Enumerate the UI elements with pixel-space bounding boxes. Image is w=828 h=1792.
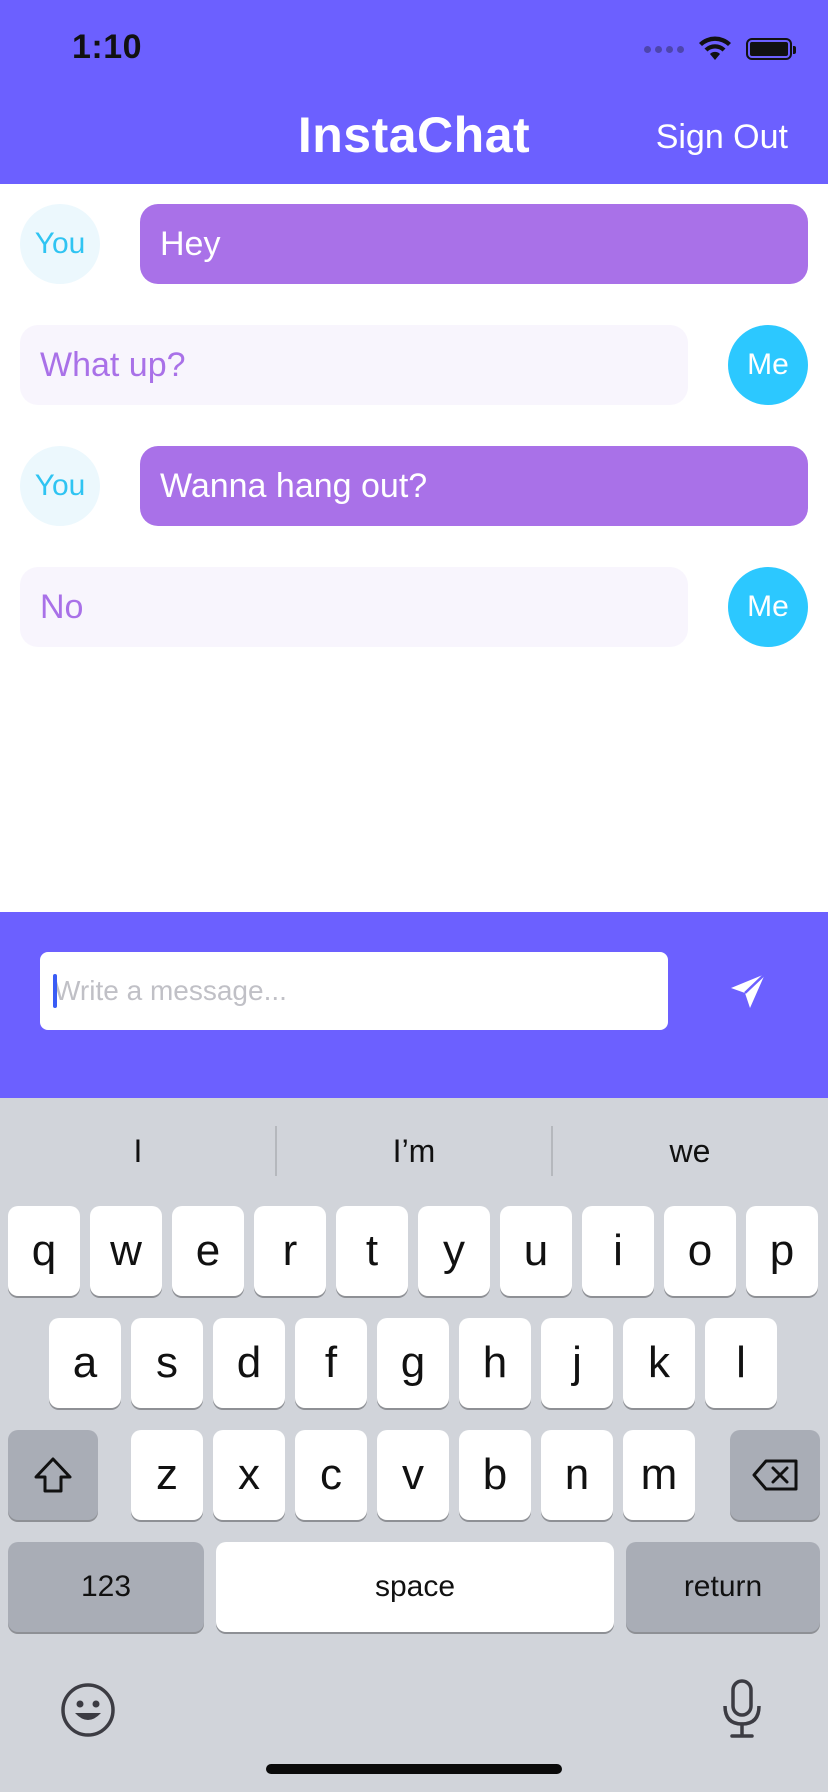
microphone-icon (723, 1679, 761, 1738)
key-j[interactable]: j (541, 1318, 613, 1408)
key-c[interactable]: c (295, 1430, 367, 1520)
key-m[interactable]: m (623, 1430, 695, 1520)
status-time: 1:10 (72, 28, 143, 66)
status-indicators (644, 36, 796, 62)
suggestion-item[interactable]: we (552, 1126, 828, 1176)
sender-avatar: You (20, 446, 100, 526)
key-p[interactable]: p (746, 1206, 818, 1296)
emoji-button[interactable] (56, 1678, 120, 1742)
key-n[interactable]: n (541, 1430, 613, 1520)
message-row: You Hey (20, 204, 808, 284)
app-header: 1:10 InstaChat Sign Out (0, 0, 828, 184)
suggestion-item[interactable]: I’m (276, 1126, 552, 1176)
delete-key[interactable] (730, 1430, 820, 1520)
key-g[interactable]: g (377, 1318, 449, 1408)
sender-avatar: You (20, 204, 100, 284)
key-b[interactable]: b (459, 1430, 531, 1520)
space-key[interactable]: space (216, 1542, 614, 1632)
dictation-button[interactable] (710, 1674, 774, 1744)
return-key[interactable]: return (626, 1542, 820, 1632)
key-y[interactable]: y (418, 1206, 490, 1296)
sign-out-button[interactable]: Sign Out (656, 118, 788, 157)
key-k[interactable]: k (623, 1318, 695, 1408)
key-t[interactable]: t (336, 1206, 408, 1296)
keyboard: I I’m we q w e r t y u i o p a s d f g h… (0, 1098, 828, 1792)
message-row: You Wanna hang out? (20, 446, 808, 526)
message-input[interactable] (40, 952, 668, 1030)
home-indicator[interactable] (266, 1764, 562, 1774)
send-button[interactable] (718, 958, 778, 1024)
message-row: No Me (20, 567, 808, 647)
key-a[interactable]: a (49, 1318, 121, 1408)
cellular-signal-icon (644, 45, 684, 53)
key-v[interactable]: v (377, 1430, 449, 1520)
key-x[interactable]: x (213, 1430, 285, 1520)
message-composer (0, 912, 828, 1098)
sender-avatar: Me (728, 567, 808, 647)
shift-key[interactable] (8, 1430, 98, 1520)
delete-icon (752, 1459, 798, 1491)
message-bubble: What up? (20, 325, 688, 405)
key-e[interactable]: e (172, 1206, 244, 1296)
emoji-icon (61, 1683, 115, 1737)
key-l[interactable]: l (705, 1318, 777, 1408)
message-list[interactable]: You Hey What up? Me You Wanna hang out? … (0, 184, 828, 912)
paper-plane-icon (731, 973, 766, 1008)
battery-icon (746, 38, 796, 60)
numbers-key[interactable]: 123 (8, 1542, 204, 1632)
key-u[interactable]: u (500, 1206, 572, 1296)
key-h[interactable]: h (459, 1318, 531, 1408)
message-bubble: Hey (140, 204, 808, 284)
key-q[interactable]: q (8, 1206, 80, 1296)
key-i[interactable]: i (582, 1206, 654, 1296)
shift-icon (34, 1457, 72, 1493)
key-s[interactable]: s (131, 1318, 203, 1408)
key-o[interactable]: o (664, 1206, 736, 1296)
suggestion-bar: I I’m we (0, 1098, 828, 1206)
key-d[interactable]: d (213, 1318, 285, 1408)
message-bubble: No (20, 567, 688, 647)
key-w[interactable]: w (90, 1206, 162, 1296)
suggestion-item[interactable]: I (0, 1126, 276, 1176)
key-r[interactable]: r (254, 1206, 326, 1296)
key-f[interactable]: f (295, 1318, 367, 1408)
message-bubble: Wanna hang out? (140, 446, 808, 526)
text-cursor (53, 974, 57, 1008)
message-row: What up? Me (20, 325, 808, 405)
key-z[interactable]: z (131, 1430, 203, 1520)
wifi-icon (699, 36, 731, 60)
sender-avatar: Me (728, 325, 808, 405)
